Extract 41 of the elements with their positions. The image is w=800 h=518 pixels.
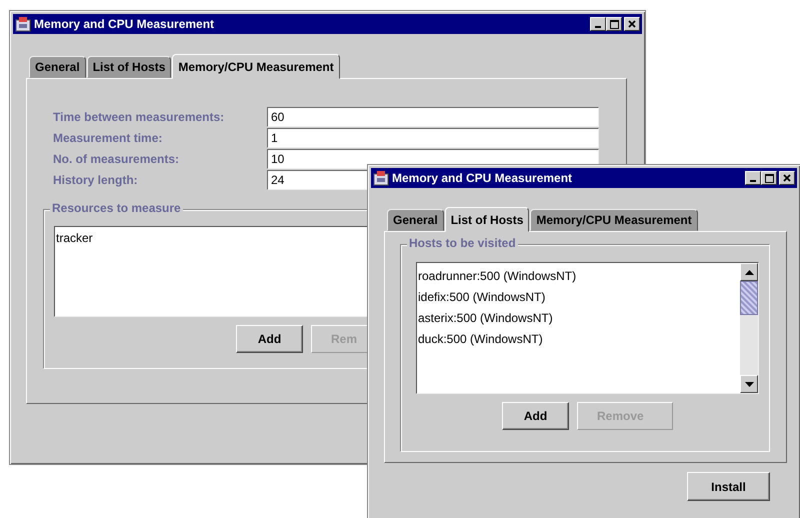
maximize-icon [764, 174, 774, 182]
app-icon [15, 16, 31, 32]
close-icon [783, 174, 791, 182]
close-icon [628, 20, 636, 28]
list-item[interactable]: tracker [56, 230, 93, 247]
input-field[interactable]: 60 [267, 107, 599, 127]
add-button[interactable]: Add [236, 325, 303, 353]
list-item[interactable]: roadrunner:500 (WindowsNT) [418, 266, 576, 287]
field-label: Time between measurements: [53, 110, 226, 124]
app-icon [373, 170, 389, 186]
install-button[interactable]: Install [687, 472, 770, 501]
field-label: History length: [53, 173, 139, 187]
field-label: No. of measurements: [53, 152, 180, 166]
window-title: Memory and CPU Measurement [34, 17, 216, 31]
scroll-down-button[interactable] [740, 375, 758, 393]
tab[interactable]: General [387, 209, 444, 231]
group-title: Resources to measure [50, 201, 183, 215]
maximize-button[interactable] [761, 171, 777, 185]
list-item[interactable]: asterix:500 (WindowsNT) [418, 308, 553, 329]
add-button[interactable]: Add [502, 402, 569, 430]
list-item[interactable]: duck:500 (WindowsNT) [418, 329, 543, 350]
group-title: Hosts to be visited [407, 236, 518, 250]
maximize-icon [610, 20, 618, 28]
scroll-bar[interactable] [740, 263, 758, 393]
input-field[interactable]: 1 [267, 128, 599, 148]
down-arrow-icon [744, 382, 754, 386]
tab[interactable]: Memory/CPU Measurement [530, 209, 698, 231]
minimize-button[interactable] [590, 17, 606, 31]
tab[interactable]: General [29, 56, 86, 78]
scroll-up-button[interactable] [740, 263, 758, 281]
tab[interactable]: List of Hosts [444, 207, 530, 232]
maximize-button[interactable] [606, 17, 622, 31]
close-button[interactable] [779, 171, 795, 185]
tab[interactable]: List of Hosts [86, 56, 172, 78]
list-item[interactable]: idefix:500 (WindowsNT) [418, 287, 546, 308]
up-arrow-icon [744, 270, 754, 274]
tab[interactable]: Memory/CPU Measurement [172, 54, 340, 79]
minimize-button[interactable] [745, 171, 761, 185]
close-button[interactable] [624, 17, 640, 31]
field-label: Measurement time: [53, 131, 164, 145]
window-title: Memory and CPU Measurement [392, 171, 574, 185]
